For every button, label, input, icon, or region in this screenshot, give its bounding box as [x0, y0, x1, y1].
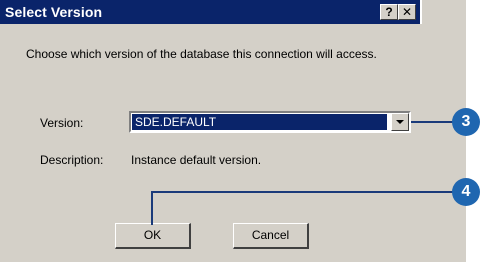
version-dropdown[interactable]: SDE.DEFAULT: [129, 111, 411, 133]
close-icon: ✕: [401, 5, 413, 19]
callout-3-line: [411, 121, 455, 123]
title-bar: Select Version ? ✕: [0, 0, 422, 24]
close-button[interactable]: ✕: [398, 4, 416, 20]
callout-4: 4: [452, 178, 480, 206]
select-version-dialog: Select Version ? ✕ Choose which version …: [0, 0, 466, 262]
description-value: Instance default version.: [131, 153, 262, 167]
dropdown-button[interactable]: [391, 113, 409, 131]
ok-button[interactable]: OK: [115, 223, 191, 249]
cancel-button[interactable]: Cancel: [233, 223, 309, 249]
dialog-title: Select Version: [5, 4, 103, 20]
callout-4-line-vertical: [151, 191, 153, 225]
description-label: Description:: [40, 153, 104, 167]
version-label: Version:: [40, 116, 84, 130]
prompt-text: Choose which version of the database thi…: [26, 47, 377, 61]
callout-3: 3: [452, 108, 480, 136]
version-selected-value[interactable]: SDE.DEFAULT: [132, 114, 387, 130]
chevron-down-icon: [396, 120, 404, 124]
help-button[interactable]: ?: [380, 4, 398, 20]
callout-4-line-horizontal: [151, 191, 455, 193]
help-icon: ?: [385, 5, 393, 19]
